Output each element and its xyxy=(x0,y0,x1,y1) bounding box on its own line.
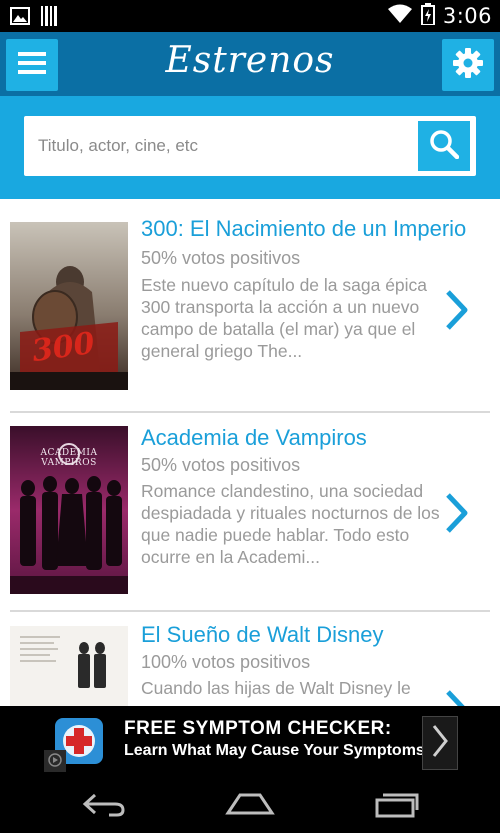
list-item[interactable]: 300 300: El Nacimiento de un Imperio 50%… xyxy=(10,200,490,413)
search-button[interactable] xyxy=(418,121,470,171)
ad-banner[interactable]: FREE SYMPTOM CHECKER: Learn What May Cau… xyxy=(0,706,500,778)
search-icon xyxy=(429,129,460,163)
movie-title: El Sueño de Walt Disney xyxy=(141,622,384,647)
navigation-bar xyxy=(0,778,500,833)
list-item[interactable]: ACADEMIA VAMPIROS Academia de Vampiros 5… xyxy=(10,413,490,612)
recent-apps-button[interactable] xyxy=(366,786,426,826)
search-box xyxy=(24,116,476,176)
movie-poster: 300 xyxy=(10,222,128,390)
list-item[interactable]: El Sueño de Walt Disney 100% votos posit… xyxy=(10,612,490,706)
ad-arrow-button[interactable] xyxy=(422,716,458,770)
recent-apps-icon xyxy=(373,790,419,822)
poster-text: ACADEMIA VAMPIROS xyxy=(40,448,98,468)
image-notification-icon xyxy=(10,7,30,29)
home-icon xyxy=(224,791,276,821)
search-input[interactable] xyxy=(24,116,414,176)
barcode-notification-icon xyxy=(40,6,58,30)
movie-description: Romance clandestino, una sociedad despia… xyxy=(141,481,440,567)
ad-info-button[interactable] xyxy=(44,750,66,772)
movie-description: Cuando las hijas de Walt Disney le xyxy=(141,678,411,698)
back-icon xyxy=(81,791,127,821)
app-title: Estrenos xyxy=(165,40,335,81)
search-area xyxy=(0,96,500,199)
chevron-right-icon xyxy=(444,288,470,332)
clock: 3:06 xyxy=(442,4,492,28)
wifi-icon xyxy=(387,4,413,28)
ad-title: FREE SYMPTOM CHECKER: xyxy=(124,718,392,739)
movie-votes: 50% votos positivos xyxy=(141,455,301,475)
movie-title: Academia de Vampiros xyxy=(141,425,367,450)
movie-votes: 50% votos positivos xyxy=(141,248,301,268)
home-button[interactable] xyxy=(220,786,280,826)
movie-votes: 100% votos positivos xyxy=(141,652,311,672)
movie-poster: ACADEMIA VAMPIROS xyxy=(10,426,128,594)
movie-list: 300 300: El Nacimiento de un Imperio 50%… xyxy=(0,200,500,706)
movie-title: 300: El Nacimiento de un Imperio xyxy=(141,216,467,241)
chevron-right-icon xyxy=(432,724,448,762)
ad-subtitle: Learn What May Cause Your Symptoms xyxy=(124,742,425,759)
settings-button[interactable] xyxy=(442,39,494,91)
battery-icon xyxy=(420,3,435,29)
app-bar: Estrenos xyxy=(0,32,500,96)
chevron-right-icon xyxy=(444,688,470,706)
chevron-right-icon xyxy=(444,491,470,535)
status-bar: 3:06 xyxy=(0,0,500,32)
info-icon xyxy=(48,752,62,771)
back-button[interactable] xyxy=(74,786,134,826)
movie-description: Este nuevo capítulo de la saga épica 300… xyxy=(141,275,428,361)
movie-poster xyxy=(10,626,128,706)
gear-icon xyxy=(453,48,483,82)
